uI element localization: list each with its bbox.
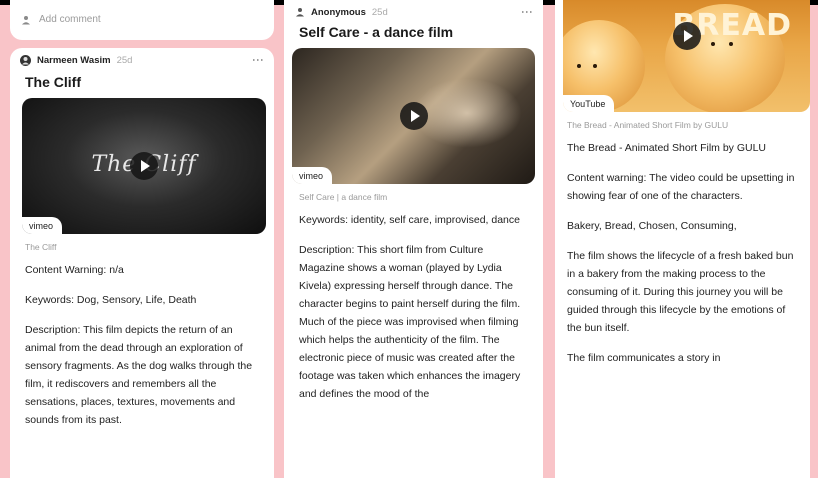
video-caption[interactable]: Self Care | a dance film	[284, 192, 543, 202]
comment-card: Add comment	[10, 0, 274, 40]
post-paragraph: The Bread - Animated Short Film by GULU	[567, 142, 766, 154]
post-age: 25d	[116, 54, 133, 66]
post-author: Narmeen Wasim	[37, 54, 111, 66]
post-paragraph: Keywords: Dog, Sensory, Life, Death	[25, 294, 197, 306]
post-paragraph: Bakery, Bread, Chosen, Consuming,	[567, 220, 737, 232]
video-caption[interactable]: The Cliff	[10, 242, 274, 252]
thumbnail-highlight	[412, 78, 522, 148]
add-comment-row[interactable]: Add comment	[20, 14, 101, 25]
comment-icon	[20, 14, 31, 25]
post-paragraph: The film shows the lifecycle of a fresh …	[567, 250, 794, 334]
play-icon[interactable]	[673, 22, 701, 50]
post-paragraph: Keywords: identity, self care, improvise…	[299, 214, 520, 226]
post-title: Self Care - a dance film	[299, 24, 454, 40]
post-body: Keywords: identity, self care, improvise…	[284, 211, 543, 403]
avatar-icon	[20, 54, 31, 66]
bun-eye	[593, 64, 597, 68]
play-icon[interactable]	[400, 102, 428, 130]
post-body: The Bread - Animated Short Film by GULU …	[555, 139, 810, 367]
add-comment-placeholder: Add comment	[39, 14, 101, 25]
post-title: The Cliff	[25, 74, 81, 90]
post-header: Narmeen Wasim 25d ⋮	[10, 48, 274, 72]
post-header: Anonymous 25d ⋮	[284, 2, 543, 22]
post-paragraph: Description: This film depicts the retur…	[25, 324, 253, 426]
post-card-self-care[interactable]: Anonymous 25d ⋮ Self Care - a dance film…	[284, 0, 543, 478]
post-paragraph: Content Warning: n/a	[25, 264, 124, 276]
bun-eye	[577, 64, 581, 68]
post-paragraph: Content warning: The video could be upse…	[567, 172, 795, 202]
video-caption[interactable]: The Bread - Animated Short Film by GULU	[555, 120, 810, 130]
post-card-the-cliff[interactable]: Narmeen Wasim 25d ⋮ The Cliff The Cliff …	[10, 48, 274, 478]
avatar-icon	[294, 7, 305, 18]
column-3: BREAD YouTube The Bread - Animated Short…	[555, 0, 810, 478]
video-provider-label: YouTube	[563, 95, 615, 112]
column-2: Anonymous 25d ⋮ Self Care - a dance film…	[284, 0, 543, 478]
column-1: Add comment Narmeen Wasim 25d ⋮ The Clif…	[10, 0, 274, 478]
post-paragraph: The film communicates a story in	[567, 352, 721, 364]
video-thumbnail[interactable]: BREAD YouTube	[563, 0, 810, 112]
video-thumbnail[interactable]: The Cliff vimeo	[22, 98, 266, 234]
post-body: Content Warning: n/a Keywords: Dog, Sens…	[10, 261, 274, 429]
post-age: 25d	[371, 6, 388, 18]
video-thumbnail[interactable]: vimeo	[292, 48, 535, 184]
video-provider-label: vimeo	[292, 167, 333, 184]
play-icon[interactable]	[130, 152, 158, 180]
post-author: Anonymous	[311, 6, 366, 18]
post-paragraph: Description: This short film from Cultur…	[299, 244, 521, 400]
more-vertical-icon[interactable]: ⋮	[251, 54, 265, 66]
more-vertical-icon[interactable]: ⋮	[520, 6, 534, 18]
post-card-the-bread[interactable]: BREAD YouTube The Bread - Animated Short…	[555, 0, 810, 478]
video-provider-label: vimeo	[22, 217, 63, 234]
